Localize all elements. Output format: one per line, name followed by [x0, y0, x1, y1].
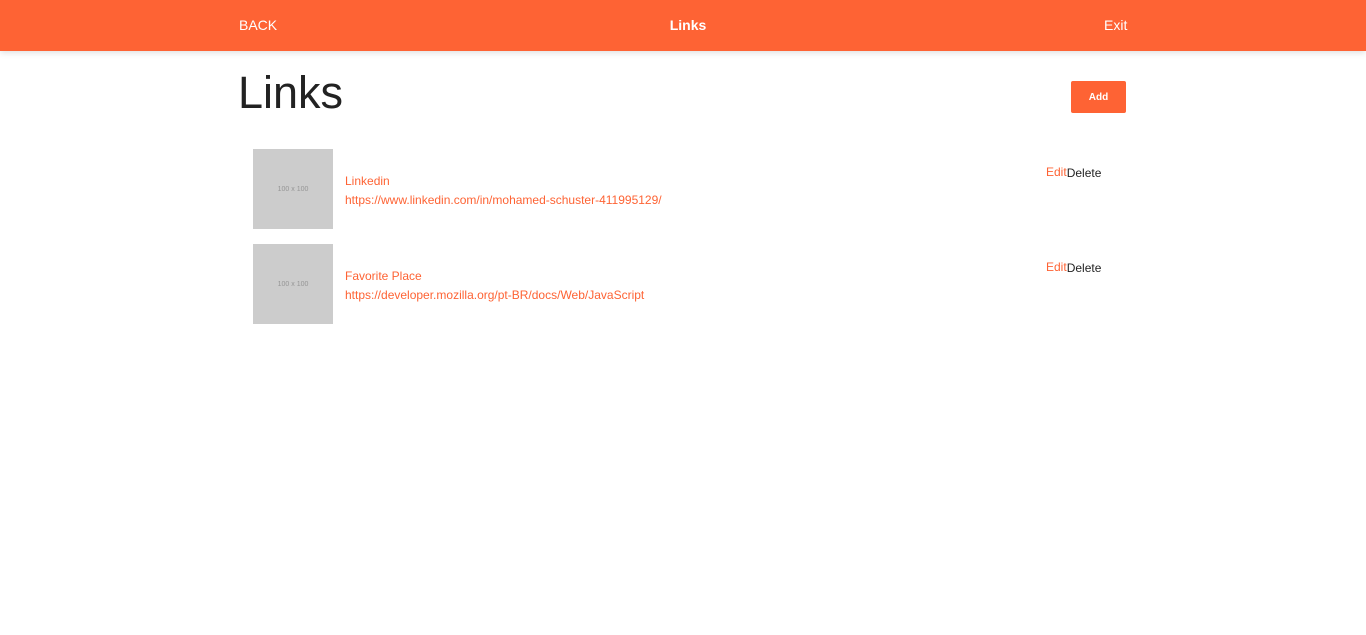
link-actions: EditDelete — [1046, 260, 1101, 278]
link-actions: EditDelete — [1046, 165, 1101, 183]
link-name[interactable]: Linkedin — [345, 172, 662, 191]
link-thumbnail: 100 x 100 — [253, 149, 333, 229]
exit-link[interactable]: Exit — [1104, 17, 1127, 33]
delete-link-button[interactable]: Delete — [1067, 261, 1102, 275]
edit-link-button[interactable]: Edit — [1046, 260, 1067, 274]
list-item: 100 x 100 Favorite Place https://develop… — [253, 244, 1126, 324]
list-item: 100 x 100 Linkedin https://www.linkedin.… — [253, 149, 1126, 229]
link-url[interactable]: https://www.linkedin.com/in/mohamed-schu… — [345, 191, 662, 210]
thumbnail-placeholder-text: 100 x 100 — [277, 185, 309, 193]
top-navigation-bar: BACK Links Exit — [0, 0, 1366, 51]
link-url[interactable]: https://developer.mozilla.org/pt-BR/docs… — [345, 286, 644, 305]
link-details: Linkedin https://www.linkedin.com/in/moh… — [345, 172, 662, 210]
thumbnail-placeholder-text: 100 x 100 — [277, 280, 309, 288]
link-thumbnail: 100 x 100 — [253, 244, 333, 324]
add-button[interactable]: Add — [1071, 81, 1126, 113]
link-details: Favorite Place https://developer.mozilla… — [345, 267, 644, 305]
delete-link-button[interactable]: Delete — [1067, 166, 1102, 180]
link-name[interactable]: Favorite Place — [345, 267, 644, 286]
page-title: Links — [238, 67, 344, 118]
navbar-title: Links — [669, 17, 707, 33]
edit-link-button[interactable]: Edit — [1046, 165, 1067, 179]
link-list: 100 x 100 Linkedin https://www.linkedin.… — [253, 149, 1126, 339]
